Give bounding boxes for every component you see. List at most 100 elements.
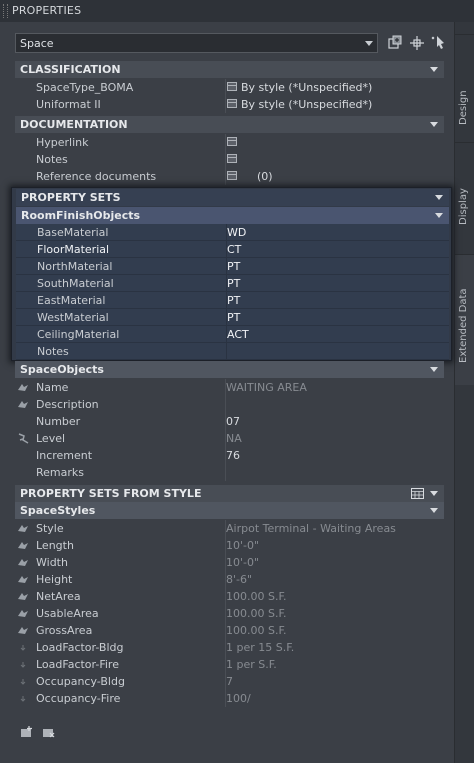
property-row-notes[interactable]: Notes (15, 151, 444, 168)
property-name: GrossArea (36, 624, 93, 637)
style-row-occupancy-fire[interactable]: Occupancy-Fire 100/ (15, 690, 444, 707)
notes-editor-icon[interactable] (227, 154, 237, 163)
style-row-loadfactor-fire[interactable]: LoadFactor-Fire 1 per S.F. (15, 656, 444, 673)
property-row-notes[interactable]: Notes (16, 343, 449, 360)
hyperlink-editor-icon[interactable] (227, 137, 237, 146)
property-value: 1 per S.F. (226, 658, 277, 671)
property-row-basematerial[interactable]: BaseMaterial WD (16, 224, 449, 241)
style-row-grossarea[interactable]: GrossArea 100.00 S.F. (15, 622, 444, 639)
property-row-spacetype-boma[interactable]: SpaceType_BOMA By style (*Unspecified*) (15, 79, 444, 96)
property-value-input[interactable]: WD (227, 226, 246, 239)
property-value-input[interactable]: PT (227, 311, 240, 324)
style-row-occupancy-bldg[interactable]: Occupancy-Bldg 7 (15, 673, 444, 690)
edit-property-sets-icon[interactable] (411, 488, 424, 499)
column-divider (225, 96, 226, 113)
property-name: Description (36, 398, 99, 411)
property-sets-highlight: PROPERTY SETS RoomFinishObjects BaseMate… (11, 187, 452, 361)
property-row-southmaterial[interactable]: SouthMaterial PT (16, 275, 449, 292)
roomfinishobjects-header[interactable]: RoomFinishObjects (16, 207, 449, 224)
property-row-name[interactable]: Name WAITING AREA (15, 379, 444, 396)
property-row-eastmaterial[interactable]: EastMaterial PT (16, 292, 449, 309)
property-value-input[interactable]: CT (227, 243, 241, 256)
property-row-reference-documents[interactable]: Reference documents (0) (15, 168, 444, 185)
collapse-caret-icon[interactable] (430, 367, 438, 372)
property-value-input[interactable]: PT (227, 294, 240, 307)
add-to-selection-icon[interactable] (386, 34, 404, 52)
property-row-northmaterial[interactable]: NorthMaterial PT (16, 258, 449, 275)
tab-display[interactable]: Display (455, 142, 474, 253)
property-row-uniformat[interactable]: Uniformat II By style (*Unspecified*) (15, 96, 444, 113)
collapse-caret-icon[interactable] (430, 67, 438, 72)
property-row-westmaterial[interactable]: WestMaterial PT (16, 309, 449, 326)
property-name: CeilingMaterial (37, 328, 120, 341)
collapse-caret-icon[interactable] (435, 195, 443, 200)
column-divider (225, 168, 226, 185)
static-property-icon (20, 662, 26, 668)
property-name: Notes (37, 345, 69, 358)
property-name: Notes (36, 153, 68, 166)
classification-title: CLASSIFICATION (20, 63, 121, 76)
property-row-level[interactable]: Level NA (15, 430, 444, 447)
property-value-input[interactable]: 07 (226, 415, 240, 428)
remove-property-set-icon[interactable] (42, 727, 56, 739)
classification-picker-icon[interactable] (227, 99, 237, 108)
property-value-input[interactable]: PT (227, 277, 240, 290)
property-row-number[interactable]: Number 07 (15, 413, 444, 430)
palette-title: PROPERTIES (12, 4, 82, 17)
property-name: BaseMaterial (37, 226, 109, 239)
classification-section-header[interactable]: CLASSIFICATION (15, 61, 444, 78)
new-property-set-icon[interactable] (20, 726, 34, 738)
property-name: Height (36, 573, 73, 586)
property-value-input[interactable]: 76 (226, 449, 240, 462)
column-divider (225, 464, 226, 481)
spacestyles-header[interactable]: SpaceStyles (15, 502, 444, 519)
property-name: Style (36, 522, 64, 535)
column-divider (225, 151, 226, 168)
quick-select-icon[interactable] (430, 34, 448, 52)
property-value: 7 (226, 675, 233, 688)
property-name: WestMaterial (37, 311, 109, 324)
tab-design[interactable]: Design (455, 34, 474, 135)
style-row-usablearea[interactable]: UsableArea 100.00 S.F. (15, 605, 444, 622)
palette-titlebar[interactable]: PROPERTIES (0, 0, 474, 23)
reference-documents-icon[interactable] (227, 171, 237, 180)
property-row-description[interactable]: Description (15, 396, 444, 413)
style-row-length[interactable]: Length 10'-0" (15, 537, 444, 554)
property-value: NA (226, 432, 242, 445)
style-row-width[interactable]: Width 10'-0" (15, 554, 444, 571)
property-sets-section-header[interactable]: PROPERTY SETS (16, 189, 449, 206)
property-name: Occupancy-Fire (36, 692, 121, 705)
static-property-icon (20, 645, 26, 651)
pick-object-icon[interactable] (408, 34, 426, 52)
roomfinishobjects-title: RoomFinishObjects (21, 209, 141, 222)
style-row-loadfactor-bldg[interactable]: LoadFactor-Bldg 1 per 15 S.F. (15, 639, 444, 656)
style-row-netarea[interactable]: NetArea 100.00 S.F. (15, 588, 444, 605)
collapse-caret-icon[interactable] (430, 122, 438, 127)
property-row-increment[interactable]: Increment 76 (15, 447, 444, 464)
property-value-input[interactable]: PT (227, 260, 240, 273)
object-type-dropdown[interactable]: Space (15, 33, 378, 53)
collapse-caret-icon[interactable] (430, 491, 438, 496)
property-name: EastMaterial (37, 294, 106, 307)
property-name: NorthMaterial (37, 260, 113, 273)
property-row-ceilingmaterial[interactable]: CeilingMaterial ACT (16, 326, 449, 343)
property-value: Airpot Terminal - Waiting Areas (226, 522, 396, 535)
property-row-remarks[interactable]: Remarks (15, 464, 444, 481)
spaceobjects-header[interactable]: SpaceObjects (15, 361, 444, 378)
static-property-icon (20, 679, 26, 685)
style-row-style[interactable]: Style Airpot Terminal - Waiting Areas (15, 520, 444, 537)
property-value: (0) (257, 170, 273, 183)
style-row-height[interactable]: Height 8'-6" (15, 571, 444, 588)
tab-extended-data[interactable]: Extended Data (455, 254, 474, 385)
documentation-section-header[interactable]: DOCUMENTATION (15, 116, 444, 133)
property-name: LoadFactor-Fire (36, 658, 119, 671)
property-value-input[interactable]: ACT (227, 328, 249, 341)
property-row-floormaterial[interactable]: FloorMaterial CT (16, 241, 449, 258)
property-sets-from-style-header[interactable]: PROPERTY SETS FROM STYLE (15, 485, 444, 502)
property-value: 100.00 S.F. (226, 607, 287, 620)
collapse-caret-icon[interactable] (430, 508, 438, 513)
property-row-hyperlink[interactable]: Hyperlink (15, 134, 444, 151)
classification-picker-icon[interactable] (227, 82, 237, 91)
drag-grip-icon[interactable] (3, 4, 8, 18)
collapse-caret-icon[interactable] (435, 213, 443, 218)
